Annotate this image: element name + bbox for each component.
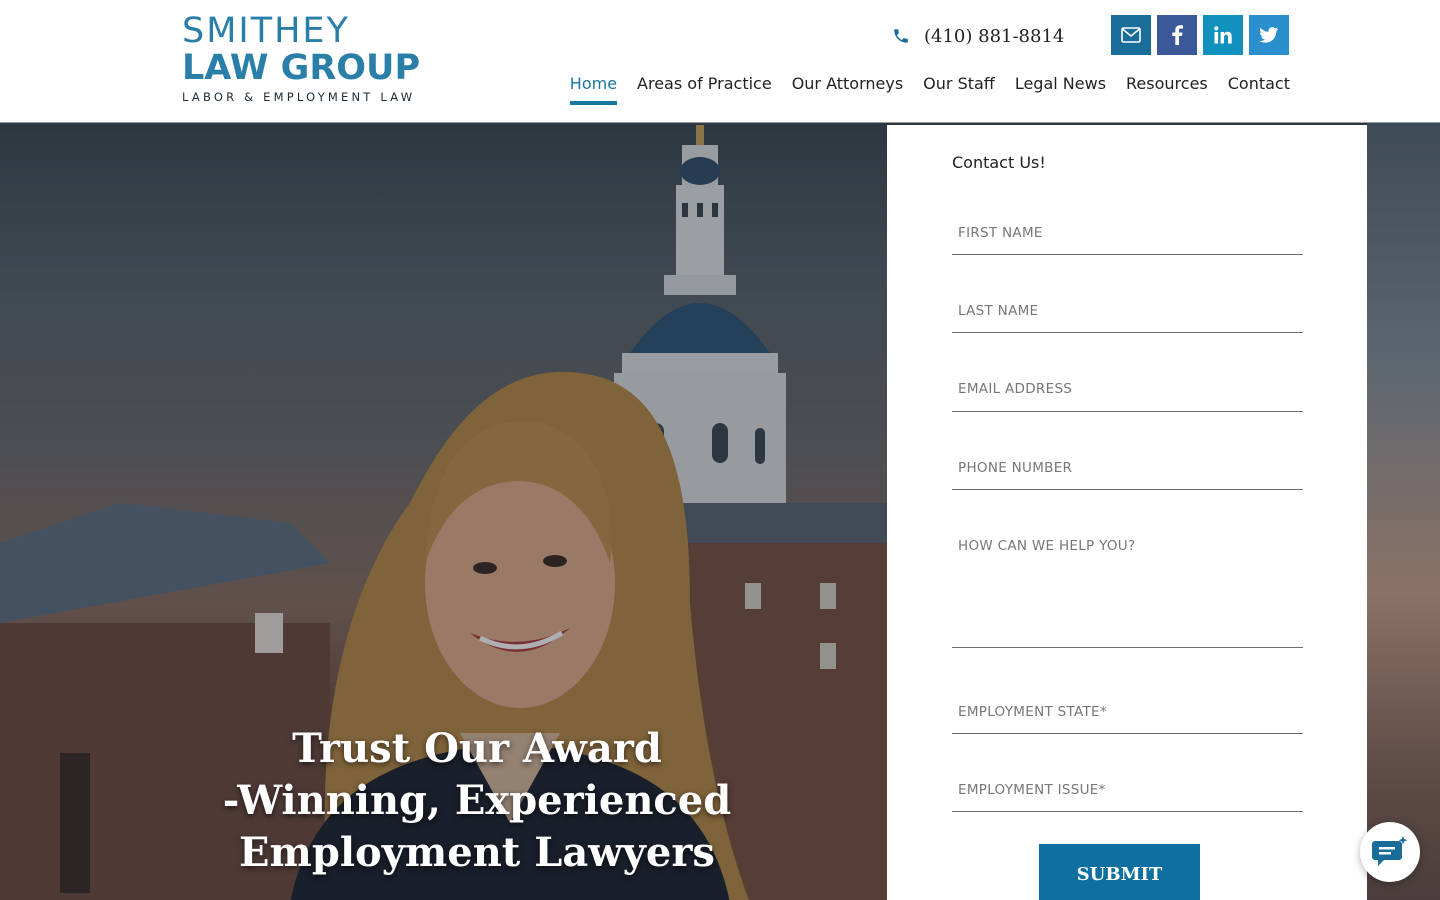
nav-contact[interactable]: Contact [1228, 74, 1290, 101]
hero-headline: Trust Our Award -Winning, Experienced Em… [222, 723, 732, 879]
message-textarea[interactable]: HOW CAN WE HELP YOU? [952, 538, 1303, 648]
linkedin-button[interactable] [1203, 15, 1243, 55]
nav-our-attorneys[interactable]: Our Attorneys [792, 74, 903, 101]
form-title: Contact Us! [952, 153, 1046, 172]
main-nav: Home Areas of Practice Our Attorneys Our… [569, 74, 1290, 105]
email-button[interactable] [1111, 15, 1151, 55]
facebook-button[interactable] [1157, 15, 1197, 55]
nav-areas-of-practice[interactable]: Areas of Practice [637, 74, 772, 101]
twitter-icon [1259, 27, 1279, 43]
phone-number: (410) 881-8814 [924, 25, 1065, 47]
phone-field[interactable]: PHONE NUMBER [952, 460, 1303, 490]
last-name-field[interactable]: LAST NAME [952, 303, 1303, 333]
logo-line-law-group: LAW GROUP [182, 48, 421, 88]
last-name-placeholder: LAST NAME [958, 303, 1039, 319]
headline-line-2: -Winning, Experienced [222, 777, 732, 824]
message-placeholder: HOW CAN WE HELP YOU? [958, 538, 1136, 554]
chat-bubble-icon [1372, 836, 1408, 866]
email-field[interactable]: EMAIL ADDRESS [952, 381, 1303, 412]
facebook-icon [1172, 25, 1183, 45]
headline-line-3: Employment Lawyers [239, 829, 715, 876]
nav-legal-news[interactable]: Legal News [1015, 74, 1106, 101]
first-name-field[interactable]: FIRST NAME [952, 225, 1303, 255]
email-placeholder: EMAIL ADDRESS [958, 381, 1073, 397]
logo-tagline: LABOR & EMPLOYMENT LAW [182, 90, 416, 104]
envelope-icon [1121, 27, 1141, 43]
nav-resources[interactable]: Resources [1126, 74, 1208, 101]
employment-issue-field[interactable]: EMPLOYMENT ISSUE* [952, 782, 1303, 812]
twitter-button[interactable] [1249, 15, 1289, 55]
phone-icon [894, 29, 908, 43]
site-logo[interactable]: SMITHEY LAW GROUP LABOR & EMPLOYMENT LAW [182, 12, 447, 112]
logo-line-smithey: SMITHEY [182, 11, 350, 51]
first-name-placeholder: FIRST NAME [958, 225, 1043, 241]
contact-form-panel: Contact Us! FIRST NAME LAST NAME EMAIL A… [887, 125, 1367, 900]
phone-placeholder: PHONE NUMBER [958, 460, 1073, 476]
social-links [1111, 15, 1289, 55]
nav-our-staff[interactable]: Our Staff [923, 74, 995, 101]
chat-widget-button[interactable] [1360, 822, 1420, 882]
linkedin-icon [1214, 26, 1232, 44]
employment-state-placeholder: EMPLOYMENT STATE* [958, 704, 1107, 720]
header-phone-link[interactable]: (410) 881-8814 [892, 22, 1064, 50]
employment-issue-placeholder: EMPLOYMENT ISSUE* [958, 782, 1106, 798]
employment-state-field[interactable]: EMPLOYMENT STATE* [952, 704, 1303, 734]
submit-button[interactable]: SUBMIT [1039, 844, 1200, 900]
site-header: SMITHEY LAW GROUP LABOR & EMPLOYMENT LAW… [0, 0, 1440, 123]
headline-line-1: Trust Our Award [292, 725, 662, 772]
hero-right-background [1367, 123, 1440, 900]
nav-home[interactable]: Home [569, 74, 618, 105]
